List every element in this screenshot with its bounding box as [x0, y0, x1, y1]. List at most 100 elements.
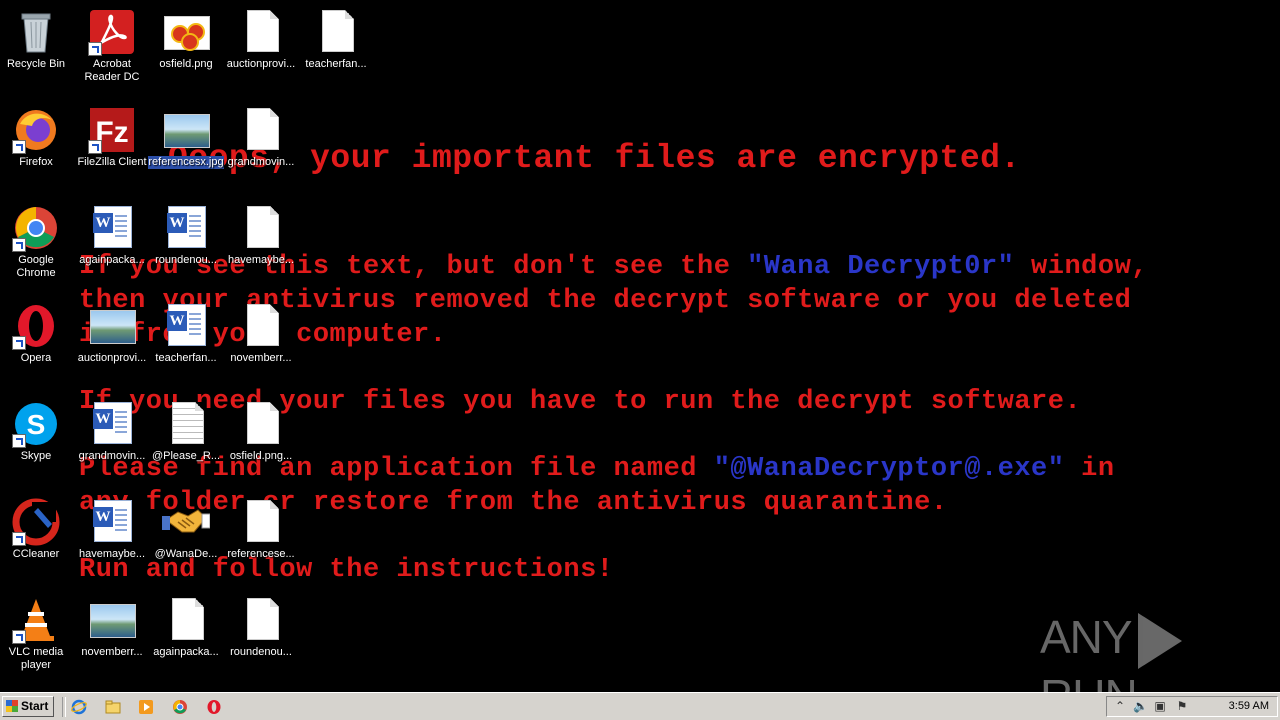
desktop[interactable]: Ooops, your important files are encrypte… — [0, 0, 1280, 692]
desktop-icon-label: FileZilla Client — [77, 156, 147, 168]
desktop-icon-roundenou[interactable]: W roundenou... — [148, 198, 224, 267]
ransom-line-5c: in — [1064, 454, 1115, 484]
desktop-icon-filezilla[interactable]: Fz FileZilla Client — [74, 100, 150, 169]
desktop-icon-acrobat-reader[interactable]: Acrobat Reader DC — [74, 2, 150, 84]
desktop-icon-label: grandmovin... — [227, 156, 295, 168]
desktop-icon-osfield-png[interactable]: osfield.png — [148, 2, 224, 71]
desktop-icon-label: auctionprovi... — [77, 352, 147, 364]
opera-icon — [12, 302, 60, 350]
shortcut-arrow-icon — [12, 140, 26, 154]
desktop-icon-recycle-bin[interactable]: Recycle Bin — [0, 2, 74, 71]
blank-file-icon — [237, 106, 285, 154]
desktop-icon-label: Google Chrome — [16, 254, 56, 279]
desktop-icon-auctionprovi[interactable]: auctionprovi... — [223, 2, 299, 71]
volume-icon[interactable]: 🔈 — [1133, 699, 1148, 713]
word-document-icon: W — [88, 498, 136, 546]
acrobat-icon — [88, 8, 136, 56]
shortcut-arrow-icon — [88, 140, 102, 154]
blank-file-icon — [237, 400, 285, 448]
ransom-window-name: "Wana Decrypt0r" — [747, 252, 1015, 282]
desktop-icon-label: teacherfan... — [155, 352, 217, 364]
blank-file-icon — [237, 204, 285, 252]
watermark-any: ANY — [1040, 611, 1133, 663]
ransom-exe-name: "@WanaDecryptor@.exe" — [713, 454, 1065, 484]
desktop-icon-againpacka-file[interactable]: againpacka... — [148, 590, 224, 659]
taskbar-separator — [62, 697, 66, 717]
image-file-icon — [88, 596, 136, 644]
text-file-icon — [162, 400, 210, 448]
desktop-icon-referencese[interactable]: referencese... — [223, 492, 299, 561]
desktop-icon-label: againpacka... — [79, 254, 145, 266]
desktop-icon-label: novemberr... — [230, 352, 292, 364]
desktop-icon-label: roundenou... — [155, 254, 217, 266]
blank-file-icon — [237, 302, 285, 350]
chrome-taskbar-icon[interactable] — [172, 699, 188, 715]
desktop-icon-grandmovin[interactable]: grandmovin... — [223, 100, 299, 169]
desktop-icon-auctionprovi-img[interactable]: auctionprovi... — [74, 296, 150, 365]
desktop-icon-label: referencesx.jpg — [148, 156, 224, 169]
desktop-icon-label: Firefox — [19, 156, 53, 168]
desktop-icon-roundenou-file[interactable]: roundenou... — [223, 590, 299, 659]
desktop-icon-label: havemaybe... — [78, 548, 146, 560]
desktop-icon-havemaybe[interactable]: havemaybe... — [223, 198, 299, 267]
shortcut-arrow-icon — [12, 336, 26, 350]
start-label: Start — [21, 699, 49, 713]
blank-file-icon — [237, 596, 285, 644]
desktop-icon-label: Acrobat Reader DC — [84, 58, 140, 83]
desktop-icon-novemberr-img[interactable]: novemberr... — [74, 590, 150, 659]
desktop-icon-vlc[interactable]: VLC media player — [0, 590, 74, 672]
media-player-icon[interactable] — [138, 699, 154, 715]
word-document-icon: W — [88, 400, 136, 448]
opera-taskbar-icon[interactable] — [206, 699, 222, 715]
blank-file-icon — [312, 8, 360, 56]
blank-file-icon — [237, 498, 285, 546]
desktop-icon-teacherfan-doc[interactable]: W teacherfan... — [148, 296, 224, 365]
shortcut-arrow-icon — [12, 434, 26, 448]
desktop-icon-wanadecryptor[interactable]: @WanaDe... — [148, 492, 224, 561]
desktop-icon-label: teacherfan... — [305, 58, 367, 70]
desktop-icon-label: auctionprovi... — [226, 58, 296, 70]
desktop-icon-label: Recycle Bin — [6, 58, 66, 70]
desktop-icon-opera[interactable]: Opera — [0, 296, 74, 365]
image-file-icon — [88, 302, 136, 350]
desktop-icon-label: againpacka... — [153, 646, 219, 658]
shortcut-arrow-icon — [88, 42, 102, 56]
ccleaner-icon — [12, 498, 60, 546]
show-hidden-icons-icon[interactable]: ⌃ — [1113, 699, 1127, 713]
desktop-icon-please-readme[interactable]: @Please_R... — [148, 394, 224, 463]
blank-file-icon — [237, 8, 285, 56]
internet-explorer-icon[interactable] — [71, 699, 87, 715]
play-icon — [1137, 612, 1182, 669]
desktop-icon-ccleaner[interactable]: CCleaner — [0, 492, 74, 561]
svg-text:S: S — [27, 409, 46, 440]
desktop-icon-skype[interactable]: S Skype — [0, 394, 74, 463]
desktop-icon-firefox[interactable]: Firefox — [0, 100, 74, 169]
skype-icon: S — [12, 400, 60, 448]
desktop-icon-osfield-png-copy[interactable]: osfield.png... — [223, 394, 299, 463]
shortcut-arrow-icon — [12, 238, 26, 252]
filezilla-icon: Fz — [88, 106, 136, 154]
desktop-icon-google-chrome[interactable]: Google Chrome — [0, 198, 74, 280]
recycle-bin-icon — [12, 8, 60, 56]
desktop-icon-label: roundenou... — [230, 646, 292, 658]
desktop-icon-teacherfan[interactable]: teacherfan... — [298, 2, 374, 71]
start-button[interactable]: Start — [2, 696, 54, 717]
desktop-icon-referencesx-jpg[interactable]: referencesx.jpg — [148, 100, 224, 169]
desktop-icon-againpacka[interactable]: W againpacka... — [74, 198, 150, 267]
network-icon[interactable]: ▣ — [1153, 699, 1167, 713]
action-center-flag-icon[interactable]: ⚑ — [1175, 699, 1189, 713]
ransom-line-1c: window, — [1014, 252, 1148, 282]
anyrun-watermark: ANY RUN — [1040, 610, 1280, 692]
desktop-icon-label: CCleaner — [12, 548, 60, 560]
desktop-icon-label: VLC media player — [8, 646, 64, 671]
explorer-folder-icon[interactable] — [105, 699, 121, 715]
word-document-icon: W — [162, 302, 210, 350]
watermark-run: RUN — [1040, 670, 1138, 692]
system-tray: ⌃ 🔈 ▣ ⚑ 3:59 AM — [1106, 696, 1278, 717]
desktop-icon-grandmovin-doc[interactable]: W grandmovin... — [74, 394, 150, 463]
clock[interactable]: 3:59 AM — [1229, 700, 1269, 712]
word-document-icon: W — [162, 204, 210, 252]
desktop-icon-novemberr[interactable]: novemberr... — [223, 296, 299, 365]
image-file-icon — [162, 8, 210, 56]
desktop-icon-havemaybe-doc[interactable]: W havemaybe... — [74, 492, 150, 561]
